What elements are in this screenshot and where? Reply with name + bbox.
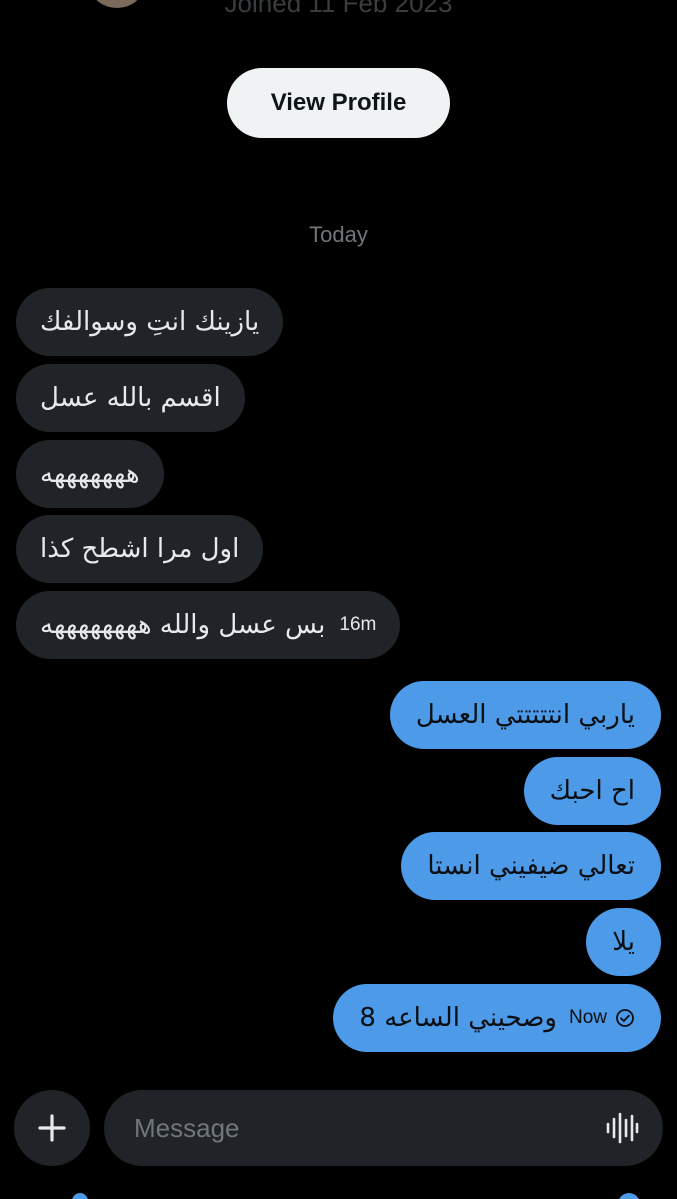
joined-date: Joined 11 Feb 2023 bbox=[224, 0, 453, 18]
message-timestamp: 16m bbox=[339, 614, 377, 635]
voice-message-icon[interactable] bbox=[605, 1111, 639, 1145]
message-bubble-outgoing[interactable]: ياربي انتتتتتي العسل bbox=[389, 681, 661, 749]
message-composer[interactable] bbox=[104, 1090, 663, 1166]
message-input[interactable] bbox=[132, 1111, 605, 1145]
plus-icon bbox=[38, 1114, 66, 1142]
dm-conversation-screen: Joined 11 Feb 2023 View Profile Today يا… bbox=[0, 0, 677, 1199]
message-timestamp: Now bbox=[568, 1007, 607, 1028]
message-text: يازينك انتِ وسوالفك bbox=[40, 307, 260, 337]
message-bubble-incoming[interactable]: بس عسل والله ههههههههه 16m bbox=[16, 591, 401, 659]
message-text: اول مرا اشطح كذا bbox=[40, 534, 240, 564]
message-bubble-incoming[interactable]: هههههههه bbox=[16, 440, 164, 508]
message-bubble-incoming[interactable]: اقسم بالله عسل bbox=[16, 364, 245, 432]
sent-check-icon bbox=[616, 1009, 634, 1027]
date-separator: Today bbox=[309, 222, 368, 247]
message-meta: Now bbox=[569, 1007, 635, 1029]
message-bubble-outgoing[interactable]: تعالي ضيفيني انستا bbox=[401, 832, 661, 900]
message-text: يلا bbox=[612, 927, 635, 957]
view-profile-button[interactable]: View Profile bbox=[227, 68, 450, 138]
message-bubble-outgoing[interactable]: وصحيني الساعه 8 Now bbox=[333, 984, 661, 1052]
message-text: وصحيني الساعه 8 bbox=[359, 1003, 557, 1033]
nav-indicator-dot bbox=[72, 1193, 88, 1199]
add-media-button[interactable] bbox=[14, 1090, 90, 1166]
message-text: اقسم بالله عسل bbox=[40, 383, 221, 413]
nav-indicator-dot bbox=[618, 1193, 640, 1199]
message-text: بس عسل والله ههههههههه bbox=[40, 610, 326, 640]
message-bubble-incoming[interactable]: يازينك انتِ وسوالفك bbox=[16, 288, 284, 356]
message-text: ياربي انتتتتتي العسل bbox=[415, 700, 635, 730]
message-bubble-incoming[interactable]: اول مرا اشطح كذا bbox=[16, 515, 264, 583]
message-bubble-outgoing[interactable]: اح احبك bbox=[523, 757, 661, 825]
message-text: اح احبك bbox=[549, 776, 635, 806]
message-text: تعالي ضيفيني انستا bbox=[427, 851, 635, 881]
message-bubble-outgoing[interactable]: يلا bbox=[586, 908, 661, 976]
message-text: هههههههه bbox=[40, 459, 140, 489]
